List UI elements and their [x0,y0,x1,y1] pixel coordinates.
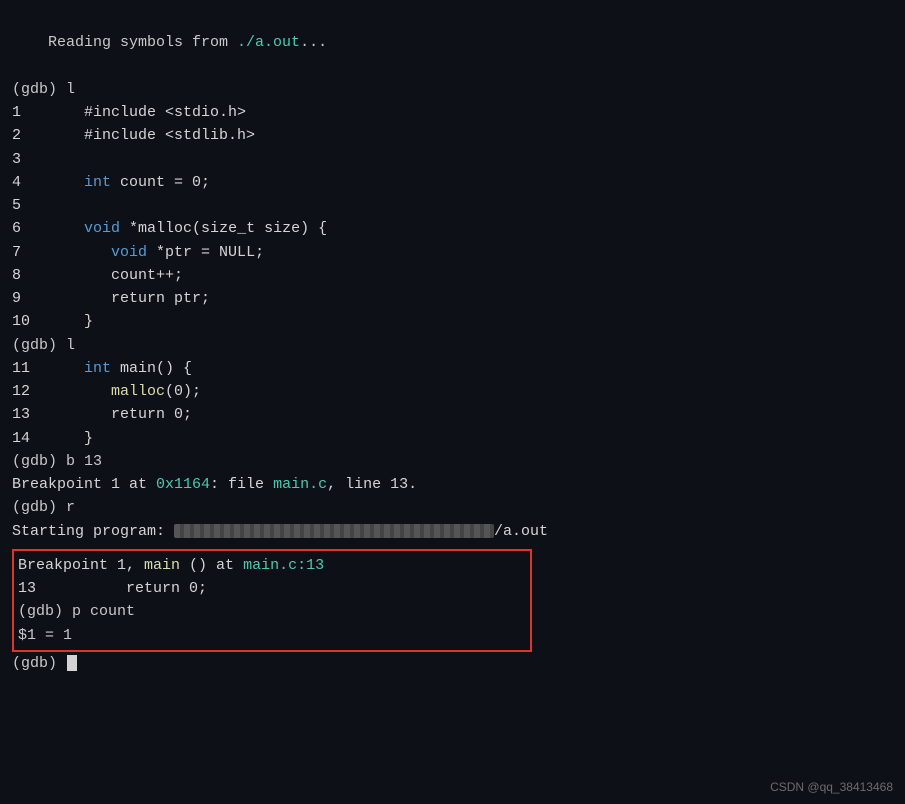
gdb-print-cmd: (gdb) p count [14,600,530,623]
gdb-break-cmd: (gdb) b 13 [12,450,893,473]
code-line-8: 8 count++; [12,264,893,287]
gdb-run-cmd: (gdb) r [12,496,893,519]
code-line-11: 11 int main() { [12,357,893,380]
print-result: $1 = 1 [14,624,530,647]
starting-program-line: Starting program: /a.out [12,520,893,543]
cursor-block [67,655,77,671]
code-line-1: 1 #include <stdio.h> [12,101,893,124]
gdb-list-cmd-1: (gdb) l [12,78,893,101]
code-line-9: 9 return ptr; [12,287,893,310]
gdb-list-cmd-2: (gdb) l [12,334,893,357]
file-path: ./a.out [237,34,300,51]
reading-dots: ... [300,34,327,51]
breakpoint-highlight-box: Breakpoint 1, main () at main.c:13 13 re… [12,549,532,652]
code-line-10: 10 } [12,310,893,333]
terminal: Reading symbols from ./a.out... (gdb) l … [0,0,905,804]
return-line: 13 return 0; [14,577,530,600]
breakpoint-info-line: Breakpoint 1 at 0x1164: file main.c, lin… [12,473,893,496]
code-line-2: 2 #include <stdlib.h> [12,124,893,147]
code-line-3: 3 [12,148,893,171]
watermark: CSDN @qq_38413468 [770,780,893,794]
code-line-6: 6 void *malloc(size_t size) { [12,217,893,240]
code-line-5: 5 [12,194,893,217]
code-line-7: 7 void *ptr = NULL; [12,241,893,264]
code-line-14: 14 } [12,427,893,450]
breakpoint-hit-line: Breakpoint 1, main () at main.c:13 [14,554,530,577]
reading-symbols-line: Reading symbols from ./a.out... [12,8,893,78]
code-line-12: 12 malloc(0); [12,380,893,403]
code-line-4: 4 int count = 0; [12,171,893,194]
gdb-final-prompt: (gdb) [12,652,893,675]
reading-symbols-text: Reading symbols from [48,34,237,51]
code-line-13: 13 return 0; [12,403,893,426]
